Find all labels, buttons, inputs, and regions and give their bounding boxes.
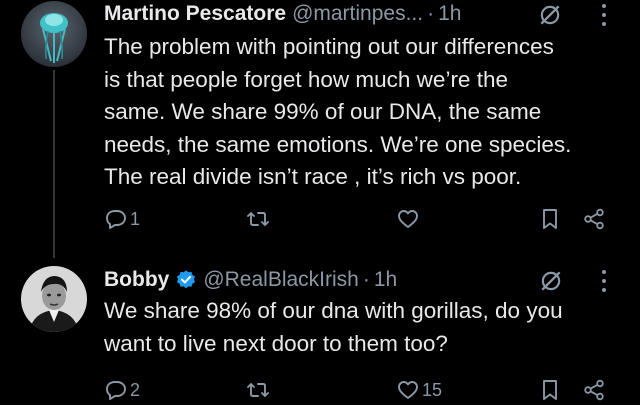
tweet-text: We share 98% of our dna with gorillas, d… (104, 295, 624, 360)
like-button[interactable] (396, 204, 422, 234)
verified-badge-icon (177, 270, 196, 289)
bookmark-button[interactable] (538, 204, 562, 234)
separator: · (362, 268, 370, 291)
user-handle[interactable]: @RealBlackIrish (203, 268, 359, 292)
tweet-text-line: The problem with pointing out our differ… (104, 34, 554, 59)
tweet-text: The problem with pointing out our differ… (104, 31, 624, 194)
reply-icon (106, 381, 126, 400)
retweet-icon (247, 212, 269, 226)
share-icon (584, 379, 604, 401)
action-bar: 1 (104, 204, 624, 234)
thread-line (53, 70, 55, 258)
timestamp[interactable]: 1h (374, 268, 397, 292)
tweet-text-line: want to live next door to them too? (104, 330, 448, 356)
tweet-text-line: The real divide isn’t race , it’s rich v… (104, 164, 522, 190)
separator: · (427, 2, 435, 25)
display-name[interactable]: Bobby (104, 268, 169, 292)
display-name[interactable]: Martino Pescatore (104, 2, 286, 26)
retweet-button[interactable] (246, 204, 272, 234)
tweet-text-line: We share 98% of our dna with gorillas, d… (104, 298, 563, 323)
like-count: 15 (422, 379, 443, 400)
avatar[interactable] (21, 1, 87, 67)
more-icon[interactable] (600, 270, 608, 292)
share-icon (584, 208, 604, 230)
timestamp[interactable]: 1h (438, 2, 461, 26)
tweet-text-line: needs, the same emotions. We’re one spec… (104, 131, 572, 157)
avatar[interactable] (21, 266, 87, 332)
retweet-icon (247, 383, 269, 397)
tweet-text-line: is that people forget how much we’re the (104, 66, 508, 92)
user-handle[interactable]: @martinpes... (292, 2, 423, 26)
reply-button[interactable]: 1 (104, 204, 140, 234)
bookmark-icon (543, 380, 557, 400)
grok-icon[interactable] (537, 2, 563, 28)
bookmark-icon (543, 209, 557, 229)
tweet[interactable]: Bobby @RealBlackIrish · 1h We share 98% … (0, 260, 640, 401)
like-icon (398, 210, 418, 228)
more-icon[interactable] (600, 4, 608, 26)
reply-count: 2 (130, 379, 141, 400)
grok-icon[interactable] (538, 268, 564, 294)
reply-icon (106, 210, 126, 229)
like-icon (398, 381, 418, 399)
tweet-text-line: same. We share 99% of our DNA, the same (104, 99, 542, 125)
share-button[interactable] (582, 204, 606, 234)
tweet[interactable]: Martino Pescatore @martinpes... · 1h The… (0, 0, 640, 258)
reply-count: 1 (130, 208, 141, 229)
